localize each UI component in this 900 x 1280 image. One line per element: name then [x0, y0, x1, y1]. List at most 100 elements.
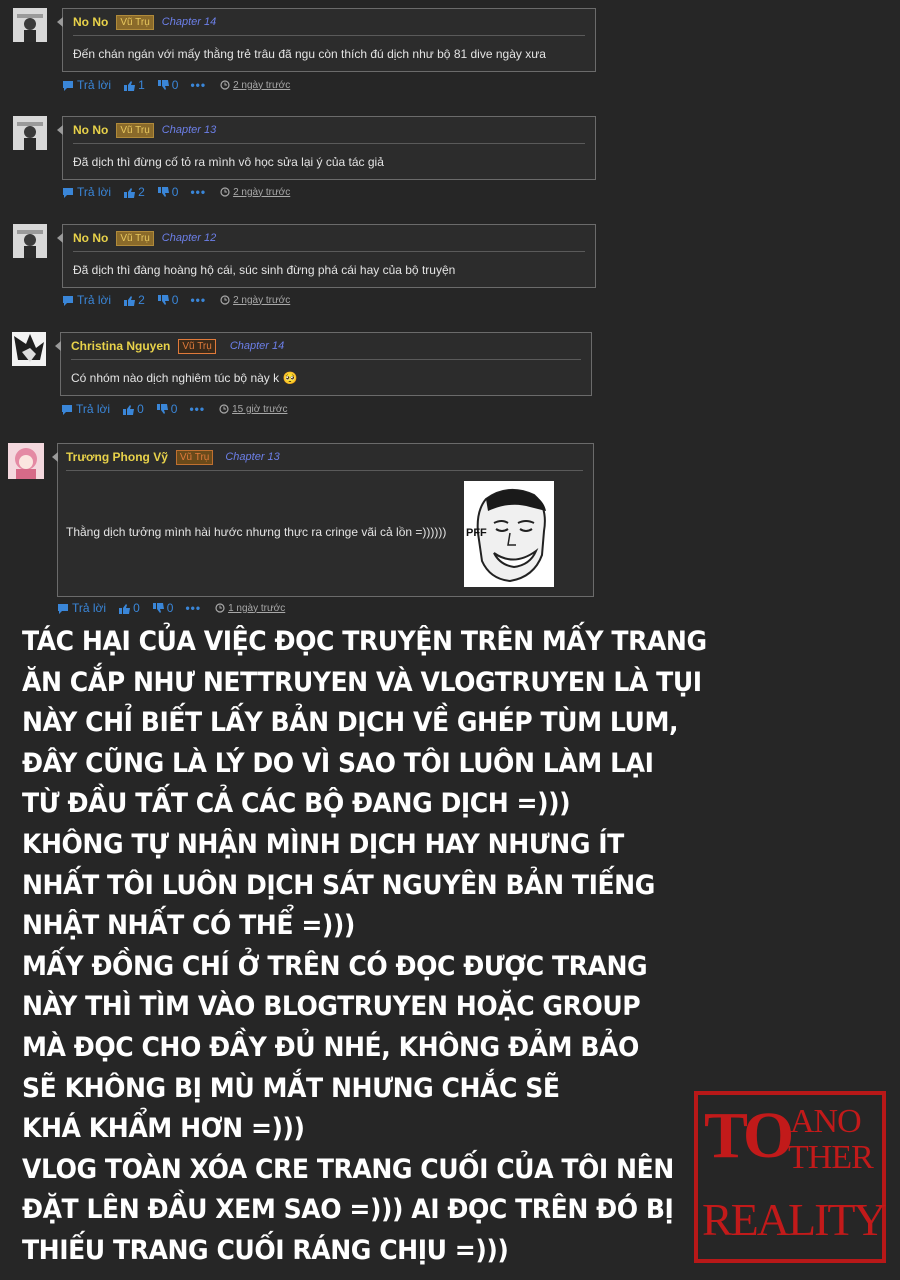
timestamp: 1 ngày trước — [215, 603, 285, 614]
more-dots-icon[interactable]: ••• — [189, 402, 205, 416]
thumbs-down-icon — [157, 294, 169, 305]
reply-button[interactable]: Trả lời — [57, 601, 106, 615]
avatar[interactable] — [13, 8, 47, 42]
card-pointer — [57, 125, 63, 135]
chapter-link[interactable]: Chapter 12 — [162, 232, 216, 244]
username[interactable]: No No — [73, 231, 108, 245]
comment-icon — [63, 80, 73, 91]
thumbs-down-icon — [157, 79, 169, 90]
like-button[interactable]: 0 — [118, 601, 140, 615]
note-line: đặt lên đầu xem sao =))) ai đọc trên đó … — [22, 1194, 674, 1226]
dislike-button[interactable]: 0 — [157, 185, 178, 199]
comment-text: Có nhóm nào dịch nghiêm túc bộ này k 🥺 — [71, 371, 298, 385]
comment-text: Đến chán ngán với mấy thằng trẻ trâu đã … — [73, 47, 546, 61]
rank-badge: Vũ Trụ — [116, 122, 154, 138]
dislike-button[interactable]: 0 — [152, 601, 173, 615]
thumbs-up-icon — [124, 187, 136, 198]
thumbs-down-icon — [157, 186, 169, 197]
group-logo-stamp: TO ANO THER REALITY — [694, 1091, 887, 1263]
user-avatar-icon — [12, 332, 46, 366]
comment-actions: Trả lời 2 0 ••• 2 ngày trước — [62, 184, 290, 200]
chapter-link[interactable]: Chapter 13 — [225, 451, 279, 463]
reply-button[interactable]: Trả lời — [62, 78, 111, 92]
like-count: 0 — [137, 402, 144, 416]
username[interactable]: Christina Nguyen — [71, 339, 170, 353]
chapter-link[interactable]: Chapter 14 — [230, 340, 284, 352]
time-label: 15 giờ trước — [232, 403, 288, 415]
thumbs-up-icon — [119, 603, 131, 614]
rank-badge: Vũ Trụ — [116, 14, 154, 30]
like-count: 0 — [133, 601, 140, 615]
rank-badge: Vũ Trụ — [178, 338, 216, 354]
timestamp: 15 giờ trước — [219, 404, 287, 415]
username[interactable]: No No — [73, 123, 108, 137]
like-count: 2 — [138, 185, 145, 199]
like-button[interactable]: 0 — [122, 402, 144, 416]
time-label: 2 ngày trước — [233, 294, 291, 306]
username[interactable]: No No — [73, 15, 108, 29]
note-line: thiếu trang cuối ráng chịu =))) — [22, 1234, 509, 1266]
chapter-link[interactable]: Chapter 13 — [162, 124, 216, 136]
note-line: khá khẩm hơn =))) — [22, 1113, 305, 1145]
note-line: này chỉ biết lấy bản dịch về ghép tùm lu… — [22, 707, 679, 739]
reply-button[interactable]: Trả lời — [62, 293, 111, 307]
timestamp: 2 ngày trước — [220, 295, 290, 306]
note-line: Tác hại của việc đọc truyện trên mấy tra… — [22, 626, 707, 657]
time-label: 2 ngày trước — [233, 79, 291, 91]
like-count: 2 — [138, 293, 145, 307]
card-pointer — [57, 17, 63, 27]
meme-image[interactable]: PFF — [464, 481, 554, 587]
user-avatar-icon — [13, 116, 47, 150]
card-pointer — [55, 341, 61, 351]
dislike-button[interactable]: 0 — [157, 78, 179, 92]
comment-text: Đã dịch thì đàng hoàng hộ cái, súc sinh … — [73, 263, 456, 277]
time-label: 1 ngày trước — [228, 602, 286, 614]
more-dots-icon[interactable]: ••• — [190, 185, 206, 199]
reply-label: Trả lời — [72, 601, 107, 615]
clock-icon — [220, 187, 230, 197]
like-button[interactable]: 2 — [123, 293, 145, 307]
comment-card: Christina Nguyen Vũ Trụ Chapter 14 Có nh… — [55, 332, 592, 396]
dislike-count: 0 — [171, 78, 179, 92]
note-line: không tự nhận mình dịch hay nhưng ít — [22, 828, 624, 860]
more-dots-icon[interactable]: ••• — [190, 78, 206, 92]
reply-button[interactable]: Trả lời — [61, 402, 110, 416]
dislike-button[interactable]: 0 — [157, 293, 178, 307]
reply-button[interactable]: Trả lời — [62, 185, 111, 199]
like-button[interactable]: 1 — [123, 78, 145, 92]
avatar[interactable] — [12, 332, 46, 366]
thumbs-up-icon — [124, 80, 136, 91]
comment-header: Trương Phong Vỹ Vũ Trụ Chapter 13 — [66, 444, 583, 471]
username[interactable]: Trương Phong Vỹ — [66, 450, 168, 464]
translator-note: Tác hại của việc đọc truyện trên mấy tra… — [22, 622, 707, 1272]
avatar[interactable] — [13, 224, 47, 258]
thumbs-down-icon — [152, 602, 164, 613]
stamp-ano: ANO — [790, 1103, 862, 1140]
like-count: 1 — [138, 78, 145, 92]
stamp-ther: THER — [788, 1139, 874, 1176]
avatar[interactable] — [8, 443, 44, 479]
more-dots-icon[interactable]: ••• — [190, 293, 206, 307]
note-line: vlog toàn xóa cre trang cuối của tôi nên — [22, 1153, 674, 1185]
comment-header: No No Vũ Trụ Chapter 14 — [73, 9, 585, 36]
rank-badge: Vũ Trụ — [116, 230, 154, 246]
timestamp: 2 ngày trước — [220, 187, 290, 198]
note-line: này thì tìm vào blogtruyen hoặc group — [22, 991, 641, 1023]
avatar[interactable] — [13, 116, 47, 150]
comment-actions: Trả lời 2 0 ••• 2 ngày trước — [62, 292, 290, 308]
note-line: mà đọc cho đầy đủ nhé, không đảm bảo — [22, 1031, 639, 1063]
user-avatar-icon — [8, 443, 44, 479]
like-button[interactable]: 2 — [123, 185, 145, 199]
comment-card: Trương Phong Vỹ Vũ Trụ Chapter 13 Thằng … — [52, 443, 594, 597]
reply-label: Trả lời — [77, 293, 112, 307]
comment-icon — [58, 603, 68, 614]
more-dots-icon[interactable]: ••• — [185, 601, 201, 615]
card-pointer — [52, 452, 58, 462]
chapter-link[interactable]: Chapter 14 — [162, 16, 216, 28]
dislike-button[interactable]: 0 — [156, 402, 177, 416]
comment-icon — [63, 295, 73, 306]
comment-icon — [62, 404, 72, 415]
timestamp: 2 ngày trước — [220, 80, 290, 91]
comment-actions: Trả lời 1 0 ••• 2 ngày trước — [62, 77, 290, 93]
note-line: nhật nhất có thể =))) — [22, 910, 355, 942]
